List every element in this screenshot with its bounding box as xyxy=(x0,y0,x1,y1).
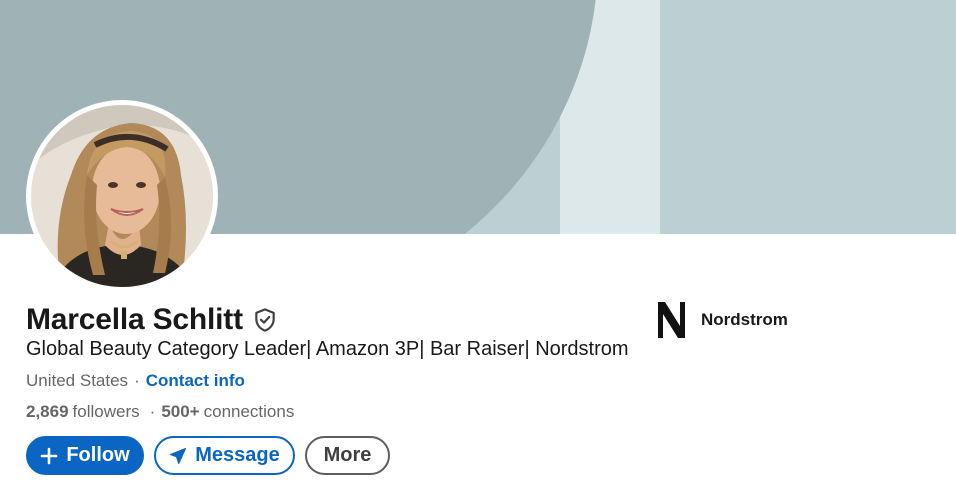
shield-check-icon[interactable] xyxy=(252,307,278,333)
profile-avatar[interactable] xyxy=(26,100,218,292)
followers-count: 2,869 xyxy=(26,402,69,421)
connections-label: connections xyxy=(203,402,295,421)
connections-count: 500+ xyxy=(161,402,200,421)
more-button[interactable]: More xyxy=(305,436,390,475)
profile-actions: Follow Message More xyxy=(26,436,390,475)
contact-info-link[interactable]: Contact info xyxy=(146,371,245,391)
plus-icon xyxy=(40,447,58,465)
follow-button-label: Follow xyxy=(66,444,130,466)
profile-headline: Global Beauty Category Leader| Amazon 3P… xyxy=(26,338,629,360)
paper-plane-icon xyxy=(169,447,187,465)
followers-label: followers xyxy=(72,402,140,421)
nordstrom-logo-icon xyxy=(654,300,688,340)
follow-button[interactable]: Follow xyxy=(26,436,144,475)
profile-stats-row: 2,869 followers · 500+ connections xyxy=(26,402,294,422)
location-separator: · xyxy=(134,371,140,390)
profile-location: United States xyxy=(26,371,129,390)
current-company[interactable]: Nordstrom xyxy=(654,300,788,340)
profile-name-row: Marcella Schlitt xyxy=(26,301,278,339)
profile-name: Marcella Schlitt xyxy=(26,303,243,336)
message-button-label: Message xyxy=(195,444,280,466)
company-name: Nordstrom xyxy=(701,310,788,329)
avatar-photo xyxy=(31,105,213,287)
profile-location-row: United States · Contact info xyxy=(26,371,245,391)
connections-separator: · xyxy=(149,402,156,421)
message-button[interactable]: Message xyxy=(154,436,295,475)
